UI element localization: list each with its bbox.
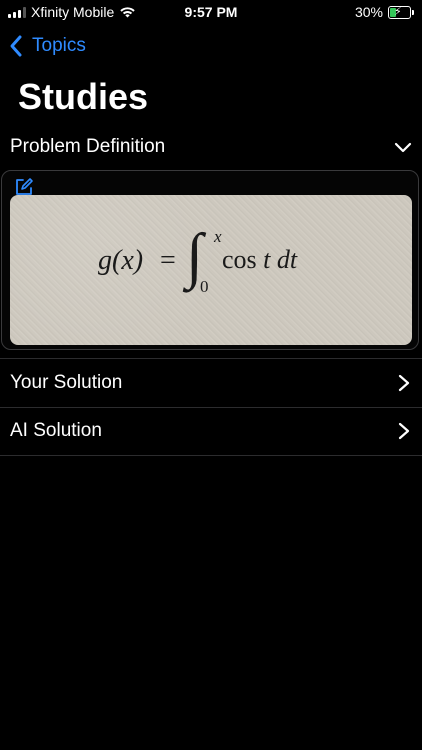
- integrand-differential: dt: [276, 245, 298, 274]
- chevron-right-icon: [398, 422, 410, 440]
- back-button[interactable]: Topics: [8, 34, 86, 58]
- formula-lhs: g(x): [98, 245, 144, 276]
- integrand-variable: t: [263, 245, 271, 274]
- problem-image: g(x) = ∫ x 0 cos t dt: [10, 195, 412, 345]
- battery-percent: 30%: [354, 4, 383, 20]
- edit-icon[interactable]: [14, 177, 34, 197]
- ai-solution-label: AI Solution: [10, 420, 102, 441]
- chevron-down-icon[interactable]: [394, 138, 412, 156]
- back-button-label: Topics: [32, 35, 86, 56]
- formula-equals: =: [160, 245, 176, 276]
- your-solution-row[interactable]: Your Solution: [0, 358, 422, 408]
- battery-charging-icon: ⚡: [388, 5, 411, 19]
- integrand-function: cos: [222, 245, 257, 274]
- status-bar: Xfinity Mobile 9:57 PM 30% ⚡: [0, 0, 422, 24]
- problem-card: g(x) = ∫ x 0 cos t dt: [1, 170, 419, 350]
- integral-lower-limit: 0: [200, 277, 209, 296]
- battery-cap: [412, 9, 414, 15]
- ai-solution-row[interactable]: AI Solution: [0, 407, 422, 456]
- page-title: Studies: [18, 76, 149, 117]
- chevron-left-icon: [10, 35, 22, 57]
- problem-definition-header[interactable]: Problem Definition: [0, 130, 422, 164]
- chevron-right-icon: [398, 374, 410, 392]
- problem-definition-label: Problem Definition: [10, 136, 166, 157]
- integrand: cos t dt: [222, 245, 297, 275]
- status-right: 30% ⚡: [355, 4, 414, 20]
- integral-upper-limit: x: [214, 227, 222, 246]
- your-solution-label: Your Solution: [10, 372, 123, 393]
